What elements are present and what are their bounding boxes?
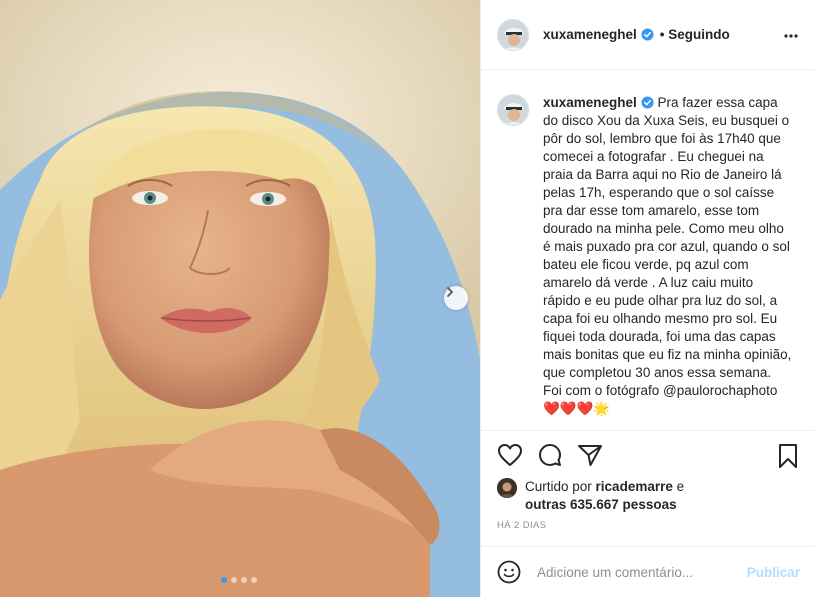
comment-bar: Publicar xyxy=(481,546,815,597)
likes-middle: e xyxy=(672,479,685,494)
carousel-dot xyxy=(231,577,237,583)
publish-button[interactable]: Publicar xyxy=(747,565,800,580)
caption-avatar[interactable] xyxy=(497,94,529,126)
bookmark-icon[interactable] xyxy=(777,443,799,469)
emoji-icon[interactable] xyxy=(497,560,521,584)
likes-prefix: Curtido por xyxy=(525,479,596,494)
action-bar xyxy=(481,430,815,470)
share-icon[interactable] xyxy=(577,443,603,467)
caption-body: Pra fazer essa capa do disco Xou da Xuxa… xyxy=(543,95,792,416)
caption-scroll-area[interactable]: xuxameneghel Pra fazer essa capa do disc… xyxy=(481,70,815,430)
post-header: xuxameneghel • Seguindo xyxy=(481,0,815,70)
caption-username-link[interactable]: xuxameneghel xyxy=(543,95,637,110)
caption-text: xuxameneghel Pra fazer essa capa do disc… xyxy=(543,94,793,418)
heart-icon[interactable] xyxy=(497,443,523,467)
post-detail-panel: xuxameneghel • Seguindo xuxameneghel Pra… xyxy=(480,0,815,597)
carousel-dot-active xyxy=(221,577,227,583)
verified-badge-icon xyxy=(641,28,654,41)
liker-username-link[interactable]: ricademarre xyxy=(596,479,673,494)
likes-summary: Curtido por ricademarre e outras 635.667… xyxy=(497,478,797,514)
follow-status-button[interactable]: • Seguindo xyxy=(660,27,730,42)
carousel-dot xyxy=(241,577,247,583)
avatar[interactable] xyxy=(497,18,529,51)
likes-count-link[interactable]: outras 635.667 pessoas xyxy=(525,497,677,512)
post-timestamp[interactable]: HÁ 2 DIAS xyxy=(497,520,547,531)
portrait-image xyxy=(0,0,480,597)
more-options-icon[interactable] xyxy=(783,28,799,44)
next-slide-button[interactable] xyxy=(444,286,468,310)
next-arrow-icon xyxy=(447,287,454,297)
carousel-indicator xyxy=(221,577,257,583)
caption: xuxameneghel Pra fazer essa capa do disc… xyxy=(497,94,800,418)
post-photo[interactable] xyxy=(0,0,480,597)
comment-input[interactable] xyxy=(537,564,737,580)
liker-avatar[interactable] xyxy=(497,478,517,498)
comment-icon[interactable] xyxy=(537,443,563,467)
carousel-dot xyxy=(251,577,257,583)
username-link[interactable]: xuxameneghel xyxy=(543,27,637,42)
verified-badge-icon xyxy=(641,96,654,109)
